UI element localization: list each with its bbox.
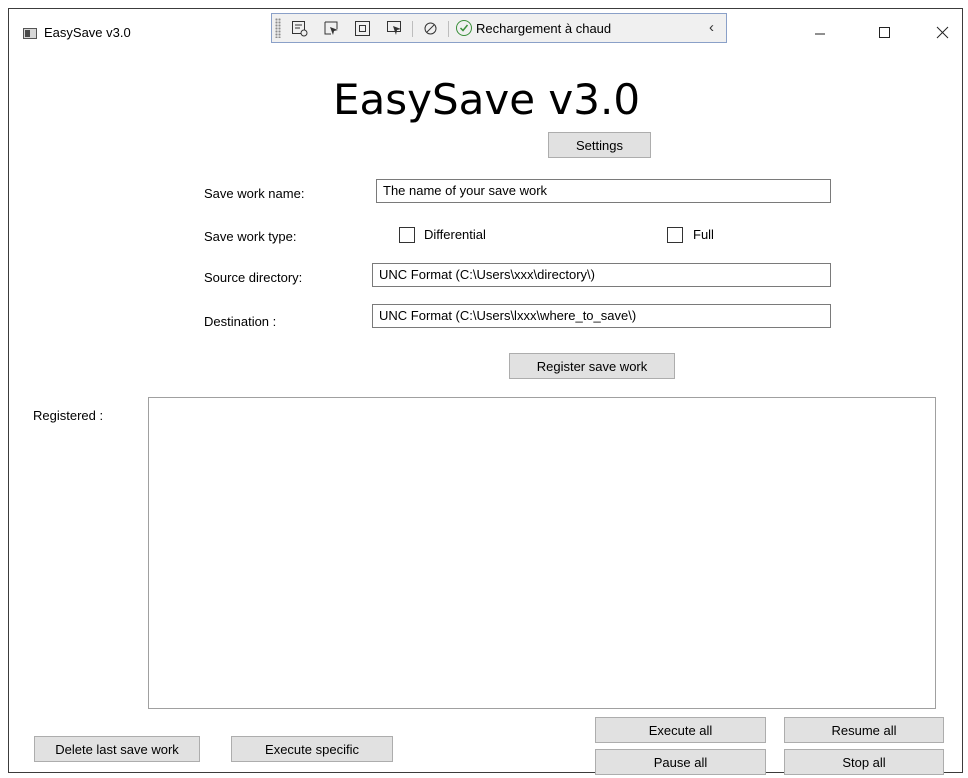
hot-reload-label[interactable]: Rechargement à chaud bbox=[476, 21, 611, 36]
delete-last-save-work-button[interactable]: Delete last save work bbox=[34, 736, 200, 762]
resume-all-button[interactable]: Resume all bbox=[784, 717, 944, 743]
select-element-icon[interactable] bbox=[323, 20, 340, 37]
stop-all-button[interactable]: Stop all bbox=[784, 749, 944, 775]
destination-label: Destination : bbox=[204, 314, 277, 329]
visual-tree-icon[interactable] bbox=[291, 20, 308, 37]
track-focus-icon[interactable] bbox=[386, 20, 403, 37]
differential-label[interactable]: Differential bbox=[424, 227, 486, 242]
execute-specific-button[interactable]: Execute specific bbox=[231, 736, 393, 762]
debug-toolbar: Rechargement à chaud ‹ bbox=[271, 13, 727, 43]
toolbar-separator bbox=[448, 21, 449, 37]
full-checkbox[interactable] bbox=[667, 227, 683, 243]
collapse-chevron-icon[interactable]: ‹ bbox=[709, 19, 714, 36]
maximize-button[interactable] bbox=[861, 17, 907, 47]
toolbar-grip-icon[interactable] bbox=[275, 18, 281, 38]
save-work-name-input[interactable]: The name of your save work bbox=[376, 179, 831, 203]
full-label[interactable]: Full bbox=[693, 227, 714, 242]
minimize-button[interactable] bbox=[797, 17, 843, 47]
pause-all-button[interactable]: Pause all bbox=[595, 749, 766, 775]
title-bar: EasySave v3.0 Rechargement à chaud ‹ bbox=[9, 9, 962, 51]
execute-all-button[interactable]: Execute all bbox=[595, 717, 766, 743]
differential-checkbox[interactable] bbox=[399, 227, 415, 243]
registered-list[interactable] bbox=[148, 397, 936, 709]
save-work-name-label: Save work name: bbox=[204, 186, 305, 201]
close-button[interactable] bbox=[919, 17, 965, 47]
save-work-type-label: Save work type: bbox=[204, 229, 297, 244]
registered-label: Registered : bbox=[33, 408, 104, 423]
window-title: EasySave v3.0 bbox=[44, 25, 131, 40]
destination-input[interactable]: UNC Format (C:\Users\lxxx\where_to_save\… bbox=[372, 304, 831, 328]
settings-button[interactable]: Settings bbox=[548, 132, 651, 158]
app-window: EasySave v3.0 Rechargement à chaud ‹ Eas… bbox=[8, 8, 963, 775]
checkmark-icon bbox=[456, 20, 472, 36]
source-directory-label: Source directory: bbox=[204, 270, 303, 285]
register-save-work-button[interactable]: Register save work bbox=[509, 353, 675, 379]
page-title: EasySave v3.0 bbox=[332, 75, 641, 124]
source-directory-input[interactable]: UNC Format (C:\Users\xxx\directory\) bbox=[372, 263, 831, 287]
binding-failures-icon[interactable] bbox=[422, 20, 439, 37]
layout-adorner-icon[interactable] bbox=[354, 20, 371, 37]
toolbar-separator bbox=[412, 21, 413, 37]
app-icon bbox=[23, 28, 37, 39]
